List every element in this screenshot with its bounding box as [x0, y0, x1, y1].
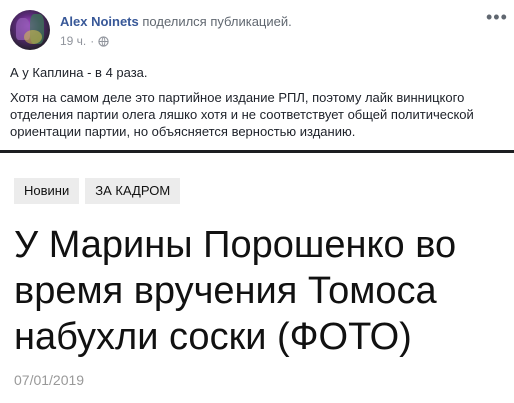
article-tags: Новини ЗА КАДРОМ — [14, 178, 181, 204]
share-action-text: поделился публикацией. — [142, 14, 292, 29]
meta-separator: · — [90, 34, 95, 48]
shared-post: Alex Noinets поделился публикацией. 19 ч… — [0, 0, 514, 153]
more-options-icon[interactable]: ••• — [486, 8, 508, 26]
post-paragraph: А у Каплина - в 4 раза. — [10, 65, 148, 80]
avatar[interactable] — [10, 10, 50, 50]
post-paragraph: Хотя на самом деле это партийное издание… — [10, 90, 474, 139]
globe-icon[interactable] — [98, 35, 109, 47]
tag-news[interactable]: Новини — [14, 178, 80, 204]
article-date: 07/01/2019 — [14, 372, 85, 388]
article-headline[interactable]: У Марины Порошенко во время вручения Том… — [14, 222, 510, 360]
post-text: А у Каплина - в 4 раза. Хотя на самом де… — [10, 64, 506, 148]
author-name-link[interactable]: Alex Noinets — [60, 14, 139, 29]
post-header: Alex Noinets поделился публикацией. — [60, 14, 292, 29]
timestamp-link[interactable]: 19 ч. — [60, 34, 86, 48]
post-meta: 19 ч. · — [60, 34, 109, 48]
tag-behind-the-scenes[interactable]: ЗА КАДРОМ — [85, 178, 181, 204]
article-preview: Новини ЗА КАДРОМ У Марины Порошенко во в… — [0, 156, 514, 403]
